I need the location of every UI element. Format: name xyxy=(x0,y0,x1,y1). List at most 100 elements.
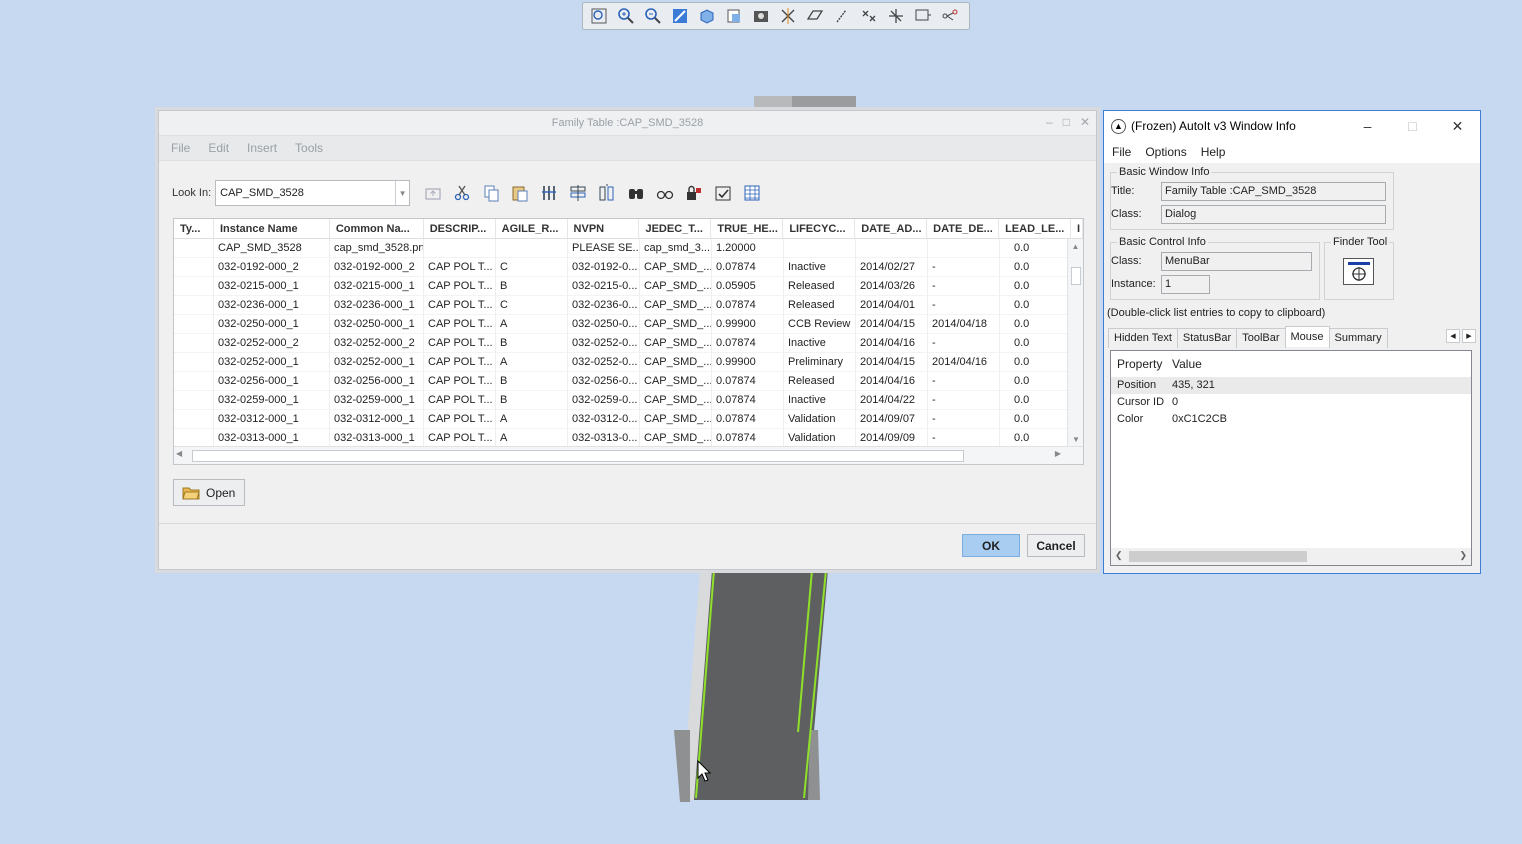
table-cell[interactable]: 032-0236-000_1 xyxy=(330,296,424,315)
property-header[interactable]: Property xyxy=(1111,351,1166,377)
table-cell[interactable] xyxy=(424,239,496,258)
table-cell[interactable]: 032-0250-000_1 xyxy=(330,315,424,334)
table-row[interactable]: CAP_SMD_3528 cap_smd_3528.prt PLEASE SE...… xyxy=(174,239,1083,258)
table-cell[interactable]: CAP_SMD_3528 xyxy=(214,239,330,258)
column-header[interactable]: I xyxy=(1071,219,1083,238)
column-header[interactable]: JEDEC_T... xyxy=(639,219,712,238)
tab-mouse[interactable]: Mouse xyxy=(1284,326,1330,347)
copy-icon[interactable] xyxy=(480,182,502,204)
table-cell[interactable]: 032-0250-000_1 xyxy=(214,315,330,334)
menu-insert[interactable]: Insert xyxy=(247,141,277,155)
table-cell[interactable]: C xyxy=(496,296,568,315)
table-cell[interactable]: A xyxy=(496,410,568,429)
scroll-down-icon[interactable]: ▼ xyxy=(1068,432,1083,446)
table-cell[interactable]: CAP POL T... xyxy=(424,258,496,277)
table-row[interactable]: 032-0312-000_1 032-0312-000_1 CAP POL T...… xyxy=(174,410,1083,429)
table-cell[interactable]: 032-0192-0... xyxy=(568,258,640,277)
table-cell[interactable]: 0.0 xyxy=(1000,315,1072,334)
spin-center-icon[interactable] xyxy=(938,5,962,27)
scroll-left-icon[interactable]: ❮ xyxy=(1115,550,1123,561)
table-cell[interactable] xyxy=(174,353,214,372)
up-level-icon[interactable] xyxy=(422,182,444,204)
table-cell[interactable] xyxy=(174,296,214,315)
column-header[interactable]: Instance Name xyxy=(214,219,330,238)
column-header[interactable]: LIFECYC... xyxy=(783,219,856,238)
autoit-menu-options[interactable]: Options xyxy=(1145,145,1186,159)
table-cell[interactable]: - xyxy=(928,296,1000,315)
table-cell[interactable]: 032-0312-000_1 xyxy=(214,410,330,429)
table-cell[interactable]: 032-0252-000_1 xyxy=(330,353,424,372)
table-cell[interactable]: 032-0252-000_1 xyxy=(214,353,330,372)
zoom-in-icon[interactable] xyxy=(614,5,638,27)
table-cell[interactable]: 0.99900 xyxy=(712,353,784,372)
look-in-combo[interactable]: CAP_SMD_3528 ▼ xyxy=(215,180,411,206)
table-cell[interactable]: CAP POL T... xyxy=(424,315,496,334)
menu-tools[interactable]: Tools xyxy=(295,141,323,155)
table-row[interactable]: 032-0259-000_1 032-0259-000_1 CAP POL T...… xyxy=(174,391,1083,410)
open-button[interactable]: Open xyxy=(173,479,245,506)
paste-icon[interactable] xyxy=(509,182,531,204)
table-cell[interactable]: 032-0252-000_2 xyxy=(214,334,330,353)
list-item[interactable]: Cursor ID 0 xyxy=(1111,394,1471,411)
table-cell[interactable]: 0.05905 xyxy=(712,277,784,296)
table-cell[interactable]: Inactive xyxy=(784,391,856,410)
table-cell[interactable]: Validation xyxy=(784,410,856,429)
table-cell[interactable]: 0.07874 xyxy=(712,296,784,315)
autoit-titlebar[interactable]: ▲ (Frozen) AutoIt v3 Window Info – □ ✕ xyxy=(1104,111,1480,141)
horizontal-scrollbar[interactable]: ◀ ▶ xyxy=(174,446,1083,464)
add-row-icon[interactable] xyxy=(567,182,589,204)
table-cell[interactable]: 0.07874 xyxy=(712,391,784,410)
table-cell[interactable] xyxy=(174,258,214,277)
window-title-field[interactable]: Family Table :CAP_SMD_3528 xyxy=(1161,182,1386,201)
csys-icon[interactable] xyxy=(884,5,908,27)
table-cell[interactable] xyxy=(174,410,214,429)
table-cell[interactable]: 032-0252-000_2 xyxy=(330,334,424,353)
table-cell[interactable]: 2014/02/27 xyxy=(856,258,928,277)
table-cell[interactable]: PLEASE SE... xyxy=(568,239,640,258)
table-cell[interactable] xyxy=(174,334,214,353)
refit-icon[interactable] xyxy=(668,5,692,27)
tab-toolbar[interactable]: ToolBar xyxy=(1236,328,1286,348)
table-cell[interactable] xyxy=(928,239,1000,258)
table-cell[interactable]: 032-0236-000_1 xyxy=(214,296,330,315)
table-row[interactable]: 032-0252-000_2 032-0252-000_2 CAP POL T...… xyxy=(174,334,1083,353)
list-item[interactable]: Color 0xC1C2CB xyxy=(1111,411,1471,428)
insert-column-icon[interactable] xyxy=(538,182,560,204)
table-cell[interactable] xyxy=(496,239,568,258)
table-cell[interactable]: CAP POL T... xyxy=(424,372,496,391)
axes-icon[interactable] xyxy=(830,5,854,27)
table-cell[interactable]: CAP_SMD_... xyxy=(640,296,712,315)
table-cell[interactable] xyxy=(174,315,214,334)
table-cell[interactable]: CAP_SMD_... xyxy=(640,391,712,410)
scroll-left-icon[interactable]: ◀ xyxy=(176,449,182,458)
tab-scroll-left-icon[interactable]: ◀ xyxy=(1446,329,1460,343)
tab-summary[interactable]: Summary xyxy=(1328,328,1388,348)
table-cell[interactable]: CAP POL T... xyxy=(424,277,496,296)
scroll-right-icon[interactable]: ❯ xyxy=(1459,550,1467,561)
column-header[interactable]: NVPN xyxy=(568,219,640,238)
table-cell[interactable]: Preliminary xyxy=(784,353,856,372)
column-header[interactable]: LEAD_LE... xyxy=(999,219,1071,238)
table-view-icon[interactable] xyxy=(741,182,763,204)
table-cell[interactable]: 0.0 xyxy=(1000,372,1072,391)
table-cell[interactable]: 032-0215-000_1 xyxy=(214,277,330,296)
table-cell[interactable]: CAP_SMD_... xyxy=(640,258,712,277)
table-row[interactable]: 032-0252-000_1 032-0252-000_1 CAP POL T...… xyxy=(174,353,1083,372)
table-cell[interactable]: 032-0256-000_1 xyxy=(330,372,424,391)
table-row[interactable]: 032-0256-000_1 032-0256-000_1 CAP POL T...… xyxy=(174,372,1083,391)
vertical-scrollbar[interactable]: ▲ ▼ xyxy=(1067,239,1083,446)
chevron-down-icon[interactable]: ▼ xyxy=(395,181,409,205)
table-cell[interactable]: 2014/04/16 xyxy=(856,372,928,391)
table-cell[interactable]: - xyxy=(928,391,1000,410)
table-cell[interactable]: - xyxy=(928,277,1000,296)
list-item[interactable]: Position 435, 321 xyxy=(1111,377,1471,394)
table-cell[interactable]: CAP_SMD_... xyxy=(640,353,712,372)
table-cell[interactable]: 032-0215-000_1 xyxy=(330,277,424,296)
lock-instance-icon[interactable] xyxy=(683,182,705,204)
table-cell[interactable]: 032-0259-000_1 xyxy=(330,391,424,410)
table-cell[interactable] xyxy=(174,277,214,296)
zoom-window-icon[interactable] xyxy=(587,5,611,27)
table-cell[interactable] xyxy=(174,391,214,410)
list-horizontal-scrollbar[interactable]: ❮ ❯ xyxy=(1111,548,1471,565)
table-cell[interactable]: CAP POL T... xyxy=(424,353,496,372)
